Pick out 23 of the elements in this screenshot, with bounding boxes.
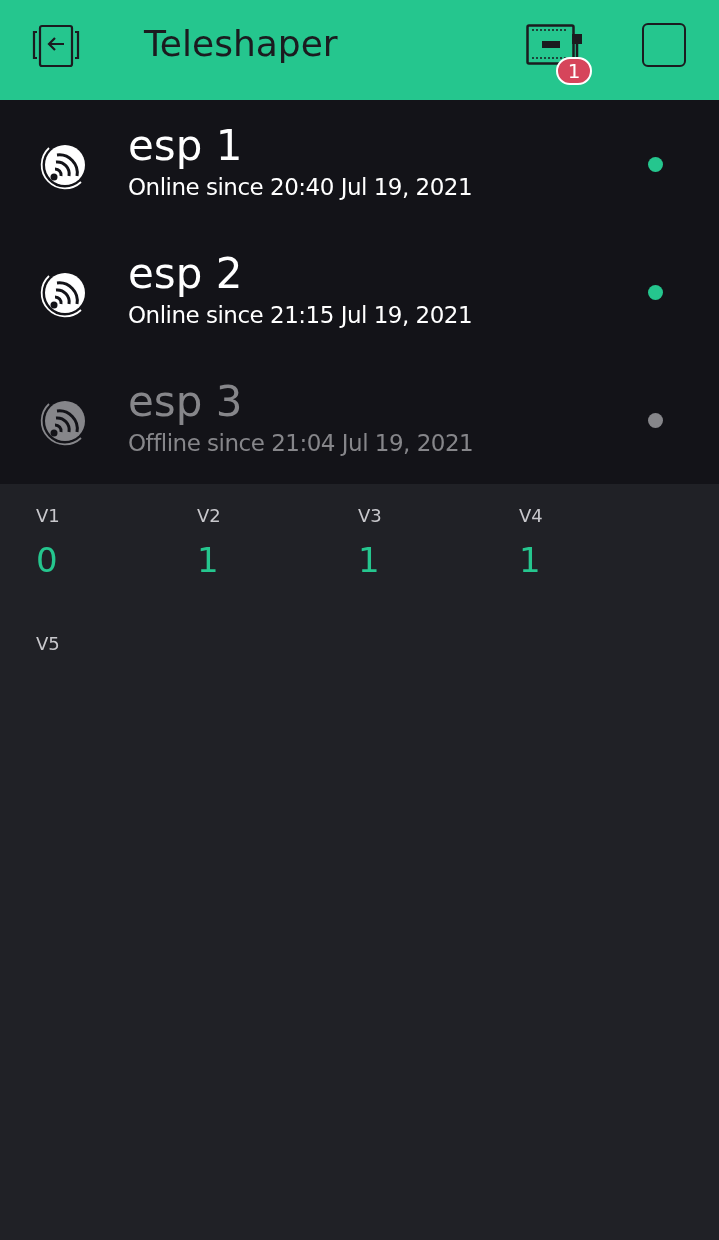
widget-label: V4 [519, 504, 544, 528]
device-status: Online since 20:40 Jul 19, 2021 [128, 173, 473, 202]
device-name: esp 2 [128, 248, 244, 300]
notification-badge: 1 [556, 57, 592, 85]
device-status: Online since 21:15 Jul 19, 2021 [128, 301, 473, 330]
exit-icon[interactable] [32, 24, 80, 68]
widget-value: 1 [358, 540, 381, 580]
widget-value: 1 [519, 540, 542, 580]
device-board-icon[interactable] [526, 24, 584, 66]
device-row[interactable]: esp 1 Online since 20:40 Jul 19, 2021 [0, 100, 719, 228]
device-row[interactable]: esp 2 Online since 21:15 Jul 19, 2021 [0, 228, 719, 356]
menu-button[interactable] [642, 23, 686, 67]
widget-label: V1 [36, 504, 61, 528]
widget-label: V3 [358, 504, 383, 528]
device-status: Offline since 21:04 Jul 19, 2021 [128, 429, 474, 458]
device-name: esp 3 [128, 376, 244, 428]
device-row[interactable]: esp 3 Offline since 21:04 Jul 19, 2021 [0, 356, 719, 484]
widget-value: 0 [36, 540, 59, 580]
widget-value: 1 [197, 540, 220, 580]
widget-label: V2 [197, 504, 222, 528]
widget-label: V5 [36, 632, 61, 656]
app-title: Teleshaper [144, 22, 338, 66]
device-name: esp 1 [128, 120, 244, 172]
